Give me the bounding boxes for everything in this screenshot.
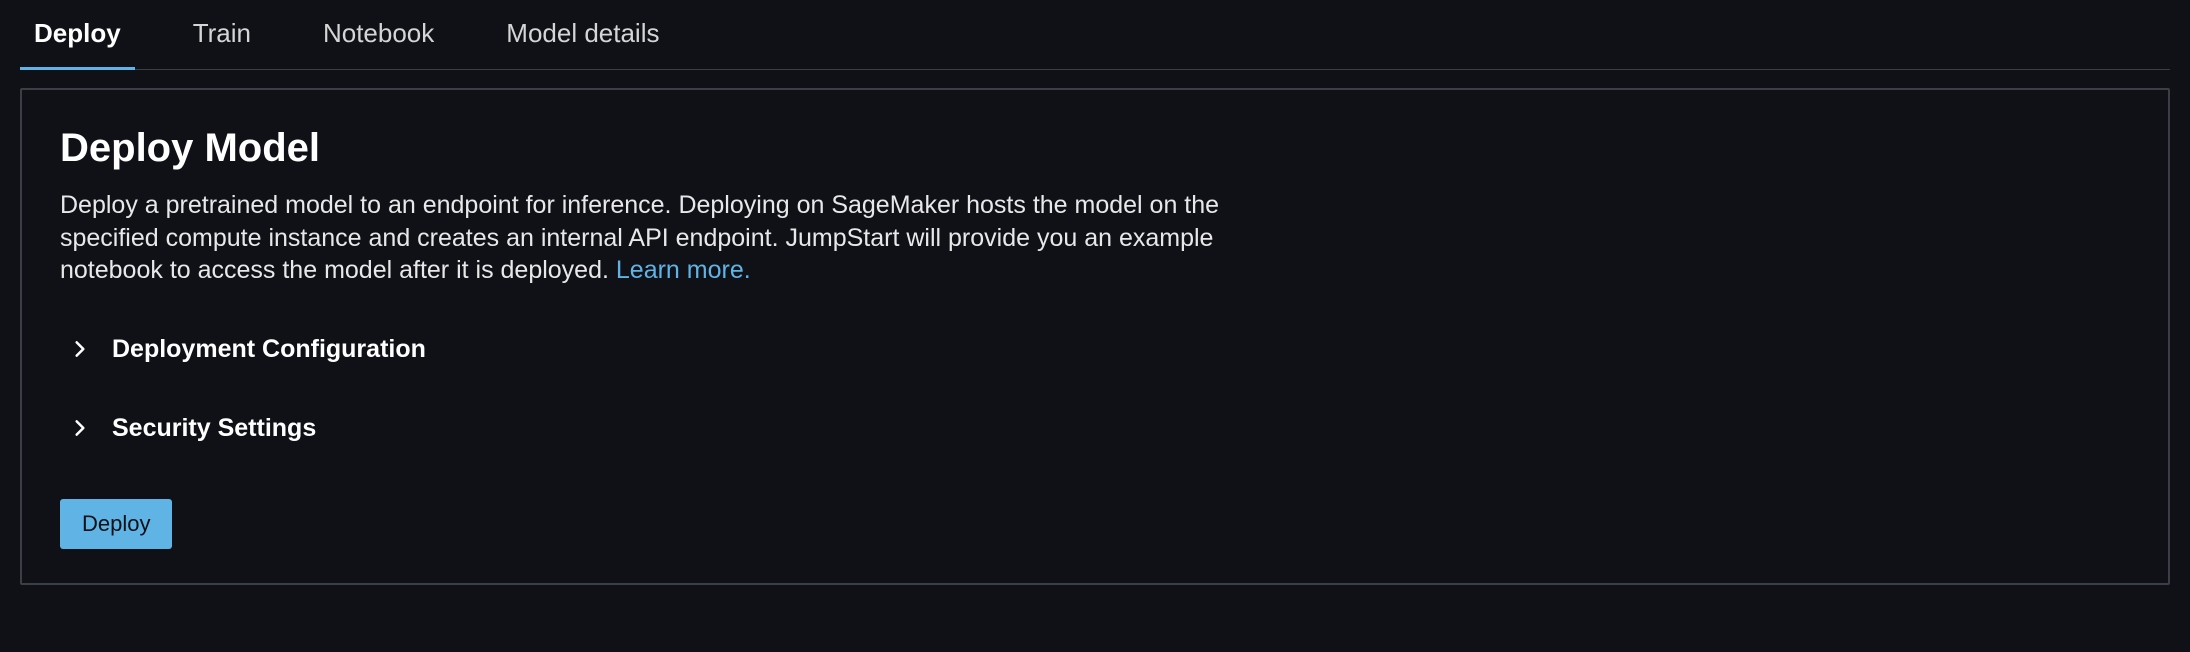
tab-deploy[interactable]: Deploy — [26, 0, 129, 69]
chevron-right-icon — [70, 418, 90, 438]
section-deployment-configuration[interactable]: Deployment Configuration — [60, 335, 2130, 364]
section-label: Deployment Configuration — [112, 335, 426, 364]
learn-more-link[interactable]: Learn more. — [616, 256, 751, 284]
tab-model-details[interactable]: Model details — [498, 0, 667, 69]
chevron-right-icon — [70, 339, 90, 359]
tab-notebook[interactable]: Notebook — [315, 0, 442, 69]
panel-title: Deploy Model — [60, 126, 2130, 171]
tab-train[interactable]: Train — [185, 0, 259, 69]
panel-description: Deploy a pretrained model to an endpoint… — [60, 189, 1230, 287]
deploy-button[interactable]: Deploy — [60, 499, 172, 549]
deploy-panel: Deploy Model Deploy a pretrained model t… — [20, 88, 2170, 585]
section-security-settings[interactable]: Security Settings — [60, 414, 2130, 443]
tab-bar: Deploy Train Notebook Model details — [20, 0, 2170, 70]
section-label: Security Settings — [112, 414, 316, 443]
